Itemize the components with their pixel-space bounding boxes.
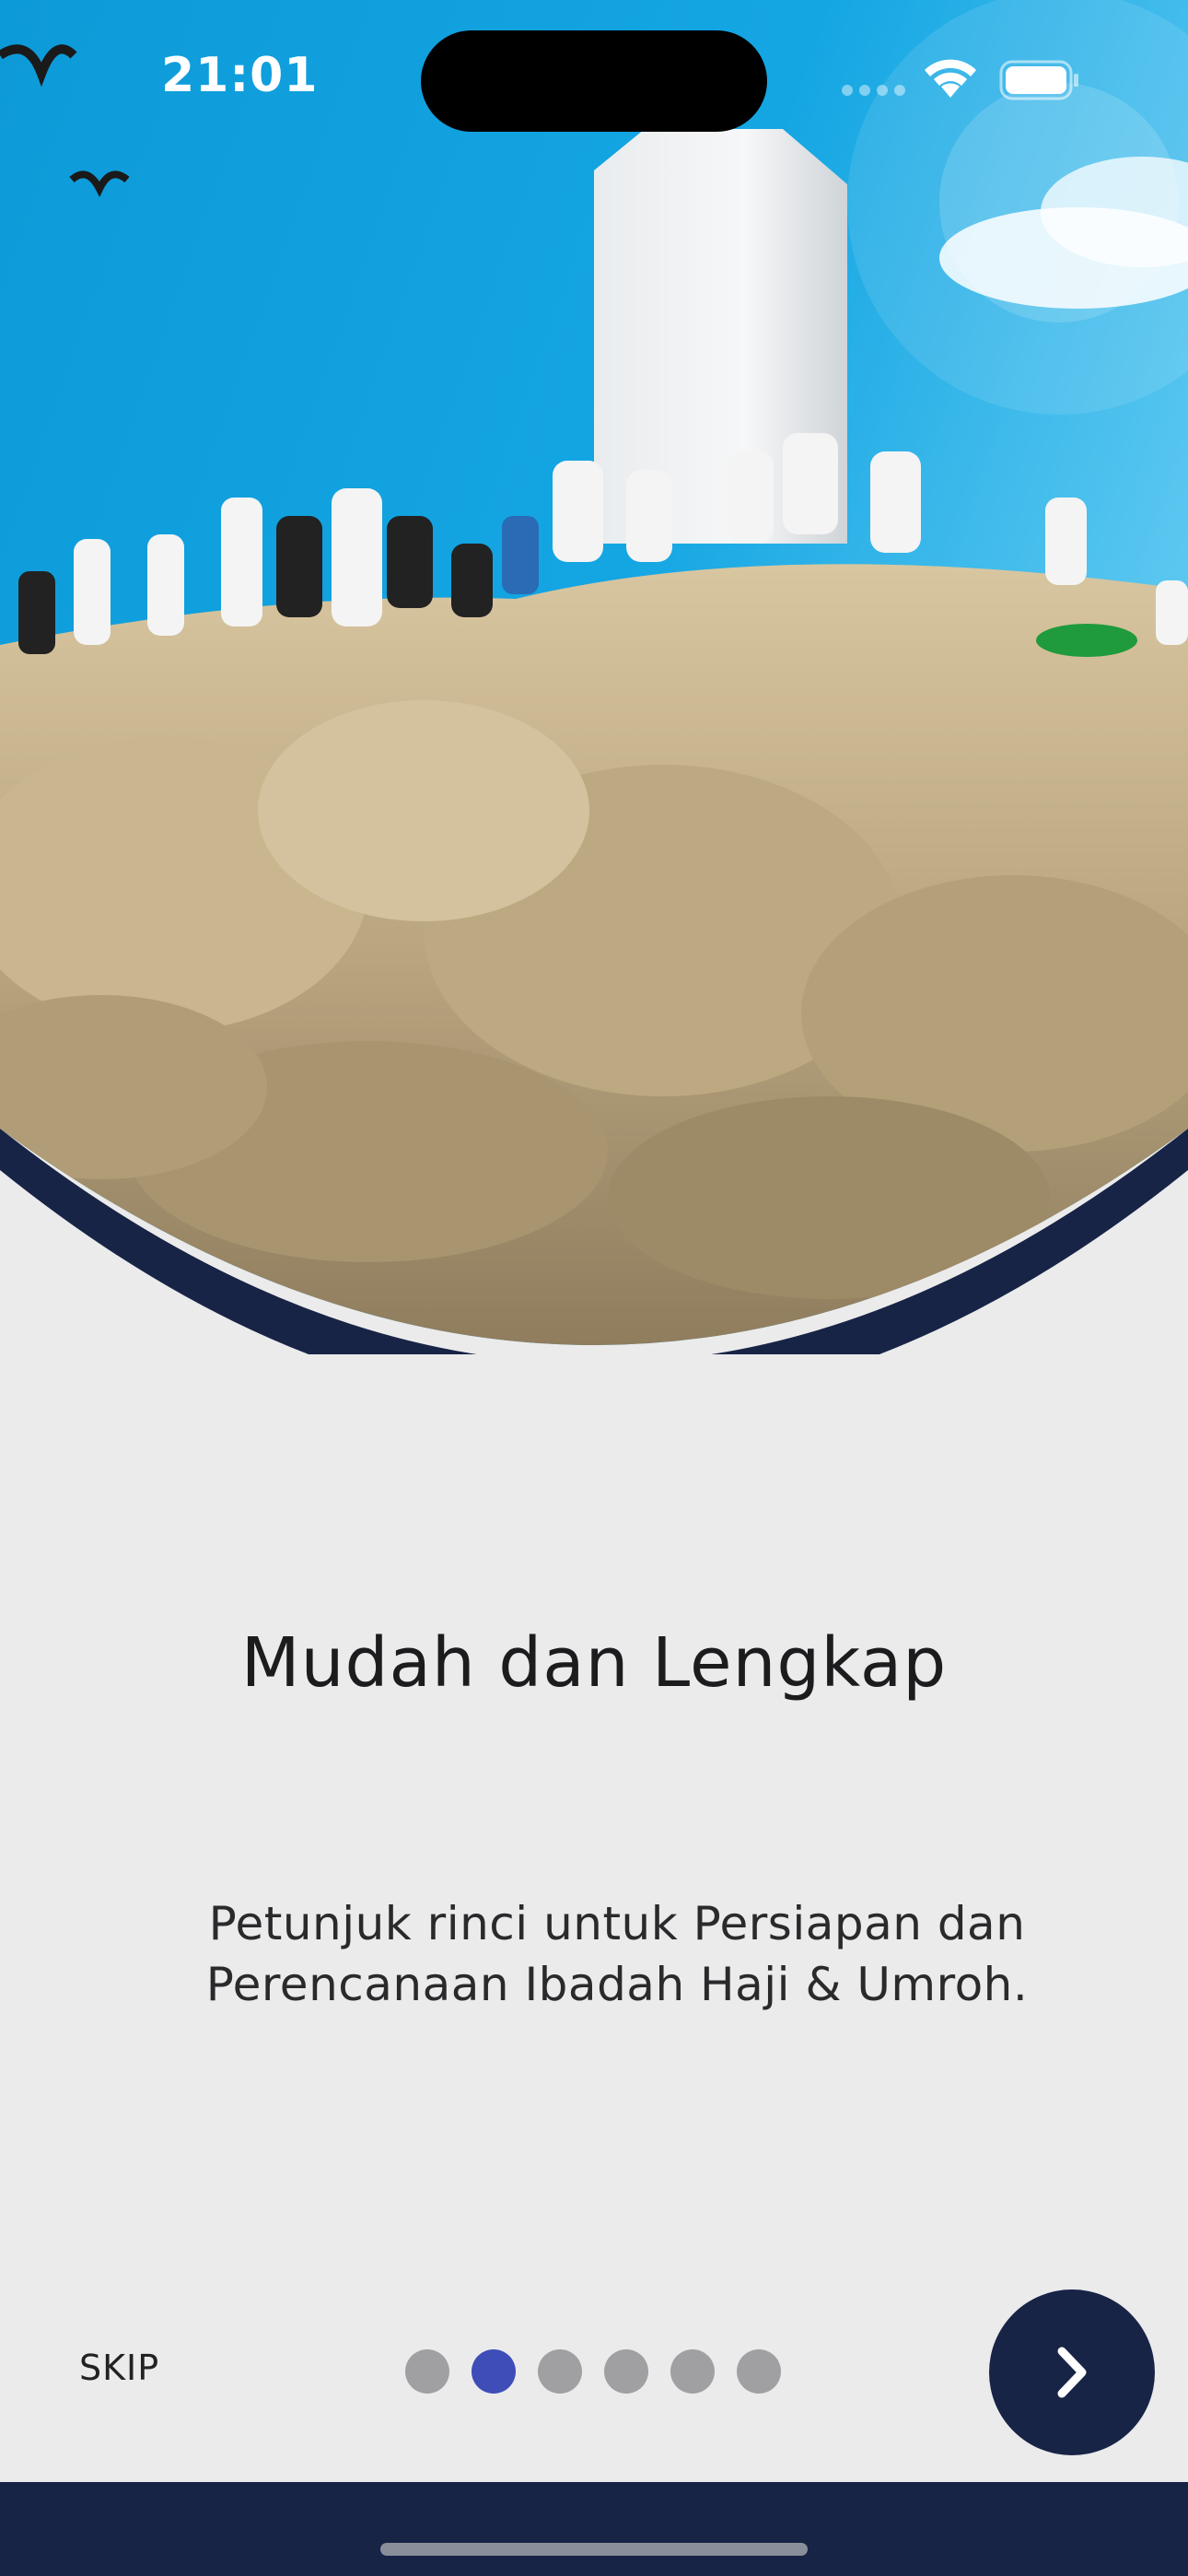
skip-button[interactable]: SKIP [79,2348,159,2388]
next-button[interactable] [989,2289,1155,2455]
page-dot-5[interactable] [670,2349,715,2394]
bottom-bar [0,2482,1188,2576]
hero-image [0,0,1188,1354]
onboarding-screen: 21:01 Mudah dan Lengkap Petunjuk rinci u… [0,0,1188,2576]
onboarding-title: Mudah dan Lengkap [240,1623,948,1703]
chevron-right-icon [1057,2347,1087,2398]
page-dot-4[interactable] [604,2349,648,2394]
dynamic-island [421,30,767,132]
page-dot-2-active[interactable] [472,2349,516,2394]
status-time: 21:01 [161,48,319,103]
page-dot-3[interactable] [538,2349,582,2394]
battery-icon [999,60,1078,100]
home-indicator[interactable] [380,2543,808,2556]
page-dot-1[interactable] [405,2349,449,2394]
page-indicator [405,2349,792,2395]
page-dot-6[interactable] [737,2349,781,2394]
wifi-icon [925,59,976,98]
onboarding-description: Petunjuk rinci untuk Persiapan dan Peren… [205,1897,1029,2011]
signal-icon [842,85,906,98]
